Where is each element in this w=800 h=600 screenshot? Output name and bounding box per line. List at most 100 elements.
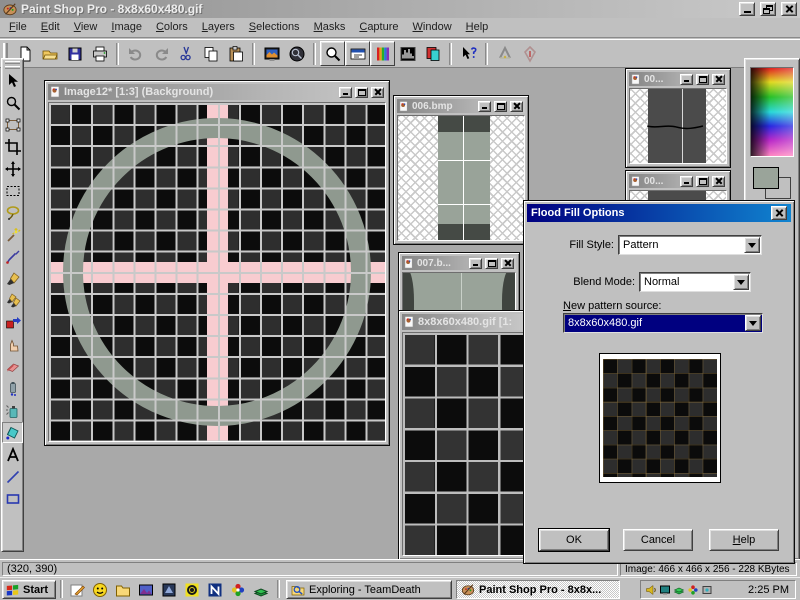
app-titlebar[interactable]: Paint Shop Pro - 8x8x60x480.gif (0, 0, 800, 18)
zoom-tool[interactable] (2, 92, 23, 113)
window-image12-titlebar[interactable]: Image12* [1:3] (Background) (48, 84, 386, 100)
close-button[interactable] (712, 74, 725, 85)
redo-button[interactable] (148, 41, 173, 66)
tool-options-button[interactable] (345, 41, 370, 66)
quicklaunch-pinwheel[interactable] (227, 581, 248, 599)
dropper-tool[interactable] (2, 246, 23, 267)
window-006bmp[interactable]: 006.bmp (393, 95, 529, 245)
color-palette-button[interactable] (370, 41, 395, 66)
magic-wand-tool[interactable] (2, 224, 23, 245)
menu-edit[interactable]: Edit (34, 18, 67, 37)
volume-icon[interactable] (645, 584, 657, 596)
color-picker-rainbow[interactable] (750, 67, 794, 157)
close-button[interactable] (371, 87, 384, 98)
quicklaunch-app[interactable] (158, 581, 179, 599)
task-exploring[interactable]: Exploring - TeamDeath (286, 580, 452, 599)
close-button[interactable] (781, 2, 797, 16)
maximize-button[interactable] (355, 87, 368, 98)
full-screen-preview-button[interactable] (259, 41, 284, 66)
menu-window[interactable]: Window (406, 18, 459, 37)
line-tool[interactable] (2, 466, 23, 487)
menu-masks[interactable]: Masks (307, 18, 353, 37)
arrow-tool[interactable] (2, 70, 23, 91)
window-image12[interactable]: Image12* [1:3] (Background) (44, 80, 390, 446)
cancel-button[interactable]: Cancel (623, 529, 693, 551)
menu-view[interactable]: View (67, 18, 105, 37)
quicklaunch-notes[interactable] (66, 581, 87, 599)
lasso-tool[interactable] (2, 202, 23, 223)
canvas-small-top[interactable] (629, 88, 727, 164)
maximize-button[interactable] (485, 258, 498, 269)
menu-help[interactable]: Help (459, 18, 496, 37)
ok-button[interactable]: OK (539, 529, 609, 551)
minimize-button[interactable] (680, 74, 693, 85)
menu-capture[interactable]: Capture (352, 18, 405, 37)
menu-layers[interactable]: Layers (195, 18, 242, 37)
minimize-button[interactable] (478, 101, 491, 112)
flood-fill-tool[interactable] (2, 422, 23, 443)
shape-tool[interactable] (2, 488, 23, 509)
palette-grip[interactable] (5, 66, 20, 69)
save-button[interactable] (62, 41, 87, 66)
histogram-button[interactable] (395, 41, 420, 66)
maximize-button[interactable] (696, 74, 709, 85)
deformation-tool[interactable] (2, 114, 23, 135)
quicklaunch-image-viewer[interactable] (135, 581, 156, 599)
maximize-button[interactable] (494, 101, 507, 112)
close-button[interactable] (510, 101, 523, 112)
window-small-mid-titlebar[interactable]: 00... (629, 174, 727, 188)
help-button[interactable]: Help (709, 529, 779, 551)
window-8x8gif[interactable]: 8x8x60x480.gif [1: (398, 310, 531, 560)
dropdown-arrow-button[interactable] (733, 274, 749, 290)
canvas-image12[interactable] (48, 102, 386, 442)
window-small-top-titlebar[interactable]: 00... (629, 72, 727, 86)
minimize-button[interactable] (339, 87, 352, 98)
close-button[interactable] (712, 176, 725, 187)
mover-tool[interactable] (2, 158, 23, 179)
menu-file[interactable]: File (2, 18, 34, 37)
quicklaunch-browser[interactable] (181, 581, 202, 599)
airbrush-tool[interactable] (2, 400, 23, 421)
canvas-006bmp[interactable] (397, 115, 525, 241)
quicklaunch-book[interactable] (250, 581, 271, 599)
blend-mode-dropdown[interactable]: Normal (639, 272, 751, 292)
minimize-button[interactable] (680, 176, 693, 187)
window-007bmp-titlebar[interactable]: 007.b... (402, 256, 516, 270)
close-button[interactable] (501, 258, 514, 269)
menu-image[interactable]: Image (104, 18, 149, 37)
context-help-button[interactable] (456, 41, 481, 66)
menu-colors[interactable]: Colors (149, 18, 195, 37)
paste-button[interactable] (223, 41, 248, 66)
quicklaunch-folder[interactable] (112, 581, 133, 599)
maximize-button[interactable] (696, 176, 709, 187)
window-8x8gif-titlebar[interactable]: 8x8x60x480.gif [1: (402, 314, 527, 330)
display-icon[interactable] (659, 584, 671, 596)
book-tray-icon[interactable] (673, 584, 685, 596)
task-paintshoppro[interactable]: Paint Shop Pro - 8x8x... (456, 580, 620, 599)
window-006bmp-titlebar[interactable]: 006.bmp (397, 99, 525, 113)
text-tool[interactable] (2, 444, 23, 465)
menu-selections[interactable]: Selections (242, 18, 307, 37)
clone-brush-tool[interactable] (2, 290, 23, 311)
eraser-tool[interactable] (2, 356, 23, 377)
dialog-titlebar[interactable]: Flood Fill Options (527, 204, 791, 222)
pinwheel-tray-icon[interactable] (687, 584, 699, 596)
canvas-8x8gif[interactable] (402, 332, 527, 556)
color-replacer-tool[interactable] (2, 312, 23, 333)
minimize-button[interactable] (739, 2, 755, 16)
copy-button[interactable] (198, 41, 223, 66)
foreground-color-swatch[interactable] (753, 167, 779, 189)
dropdown-arrow-button[interactable] (744, 237, 760, 253)
crop-tool[interactable] (2, 136, 23, 157)
retouch-tool[interactable] (2, 334, 23, 355)
print-button[interactable] (87, 41, 112, 66)
paintbrush-tool[interactable] (2, 268, 23, 289)
cut-button[interactable] (173, 41, 198, 66)
screen-colors-button[interactable] (420, 41, 445, 66)
palette-grip[interactable] (5, 61, 20, 64)
start-button[interactable]: Start (2, 580, 56, 599)
fill-style-dropdown[interactable]: Pattern (618, 235, 762, 255)
restore-button[interactable] (760, 2, 776, 16)
browse-button[interactable] (284, 41, 309, 66)
dropdown-arrow-button[interactable] (745, 315, 761, 331)
